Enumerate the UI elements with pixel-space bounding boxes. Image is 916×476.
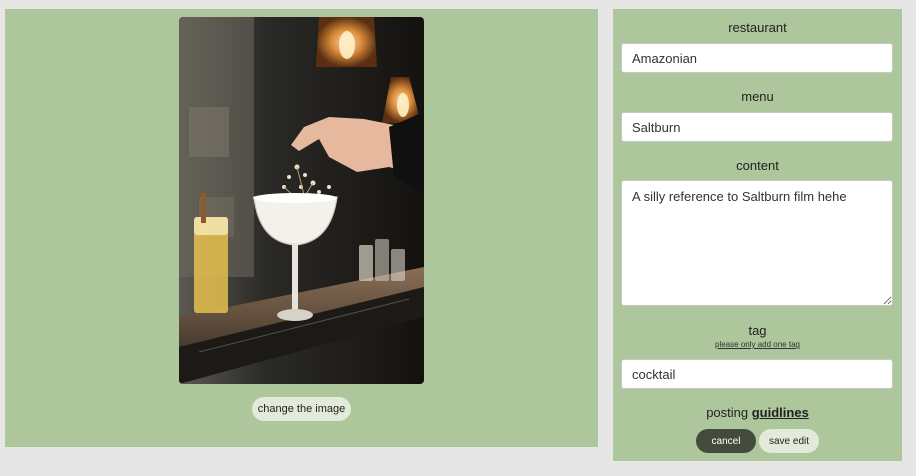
save-edit-button[interactable]: save edit <box>759 429 819 453</box>
cancel-button[interactable]: cancel <box>696 429 756 453</box>
menu-input[interactable] <box>621 112 893 142</box>
menu-label: menu <box>741 89 774 104</box>
guidelines-link[interactable]: guidlines <box>752 405 809 420</box>
content-textarea[interactable]: A silly reference to Saltburn film hehe <box>621 180 893 306</box>
tag-input[interactable] <box>621 359 893 389</box>
restaurant-label: restaurant <box>728 20 787 35</box>
change-image-button[interactable]: change the image <box>252 397 351 421</box>
posting-guidelines-text: posting guidlines <box>613 405 902 420</box>
content-label: content <box>736 158 779 173</box>
tag-label: tag <box>748 323 767 338</box>
edit-form-panel: restaurant menu content A silly referenc… <box>613 9 902 461</box>
image-panel: change the image <box>5 9 598 447</box>
tag-hint-link[interactable]: please only add one tag <box>613 340 902 349</box>
post-photo <box>179 17 424 384</box>
posting-text: posting <box>706 405 749 420</box>
cocktail-photo-illustration <box>179 17 424 384</box>
restaurant-input[interactable] <box>621 43 893 73</box>
